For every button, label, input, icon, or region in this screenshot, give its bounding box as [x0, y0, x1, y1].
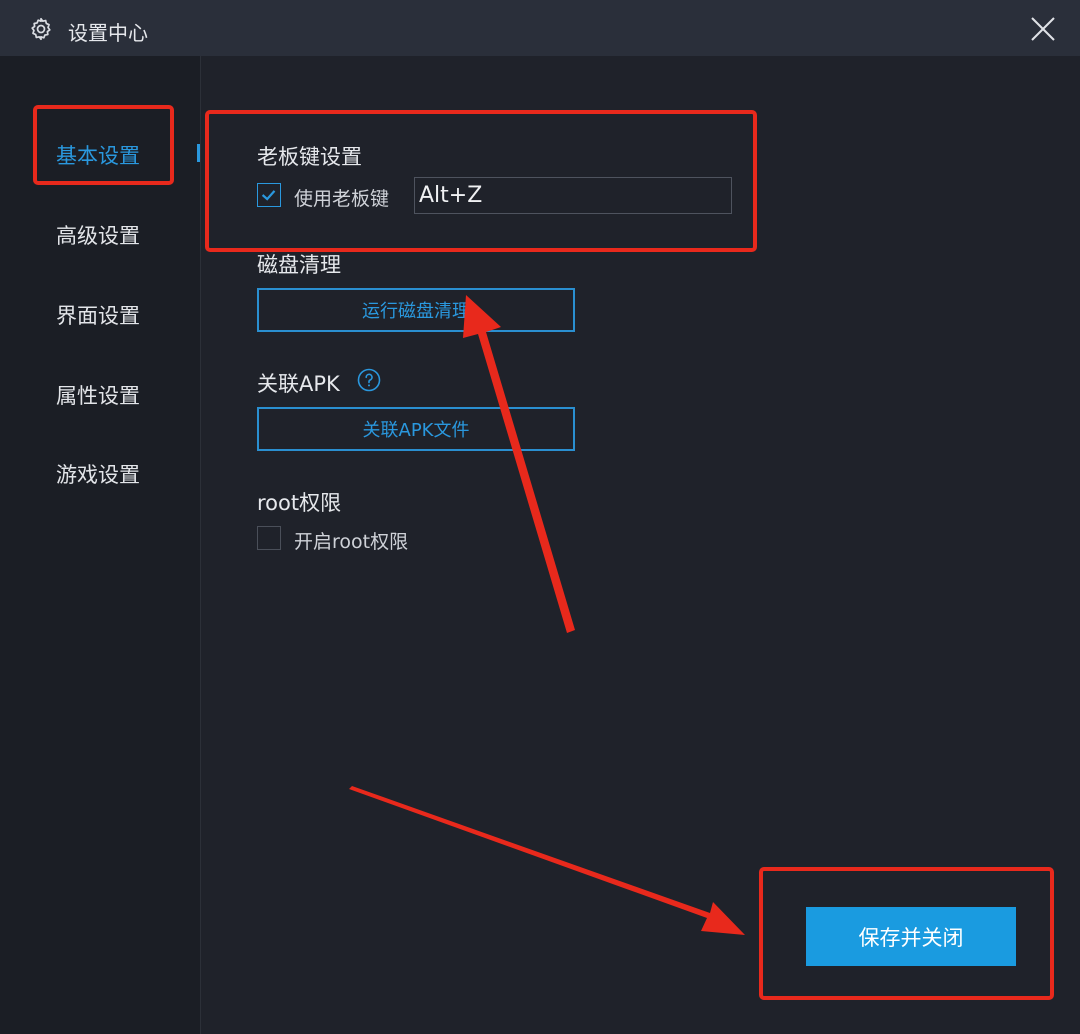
- root-title: root权限: [257, 491, 342, 515]
- save-and-close-button[interactable]: 保存并关闭: [806, 907, 1016, 966]
- run-disk-clean-button[interactable]: 运行磁盘清理: [257, 288, 575, 332]
- associate-apk-button[interactable]: 关联APK文件: [257, 407, 575, 451]
- annotation-arrow-up: [463, 295, 575, 633]
- close-icon[interactable]: [1028, 14, 1058, 44]
- help-circle-icon[interactable]: [357, 368, 381, 392]
- disk-clean-title: 磁盘清理: [257, 253, 341, 277]
- window-title: 设置中心: [68, 21, 148, 45]
- boss-key-checkbox[interactable]: [257, 183, 281, 207]
- boss-key-input[interactable]: [414, 177, 732, 214]
- root-checkbox[interactable]: [257, 526, 281, 550]
- active-tab-marker: [197, 144, 200, 162]
- apk-title: 关联APK: [257, 372, 340, 396]
- sidebar-item-game[interactable]: 游戏设置: [56, 459, 140, 489]
- sidebar-item-advanced[interactable]: 高级设置: [56, 220, 140, 250]
- root-checkbox-label: 开启root权限: [294, 531, 409, 553]
- annotation-arrow-right: [349, 786, 745, 935]
- boss-key-title: 老板键设置: [257, 145, 362, 169]
- checkmark-icon: [261, 190, 276, 201]
- boss-key-checkbox-label: 使用老板键: [294, 188, 390, 210]
- sidebar-item-basic[interactable]: 基本设置: [56, 140, 140, 170]
- title-bar: 设置中心: [0, 0, 1080, 56]
- gear-icon: [31, 17, 51, 41]
- settings-sidebar: [0, 56, 201, 1034]
- sidebar-item-interface[interactable]: 界面设置: [56, 300, 140, 330]
- sidebar-item-properties[interactable]: 属性设置: [56, 380, 140, 410]
